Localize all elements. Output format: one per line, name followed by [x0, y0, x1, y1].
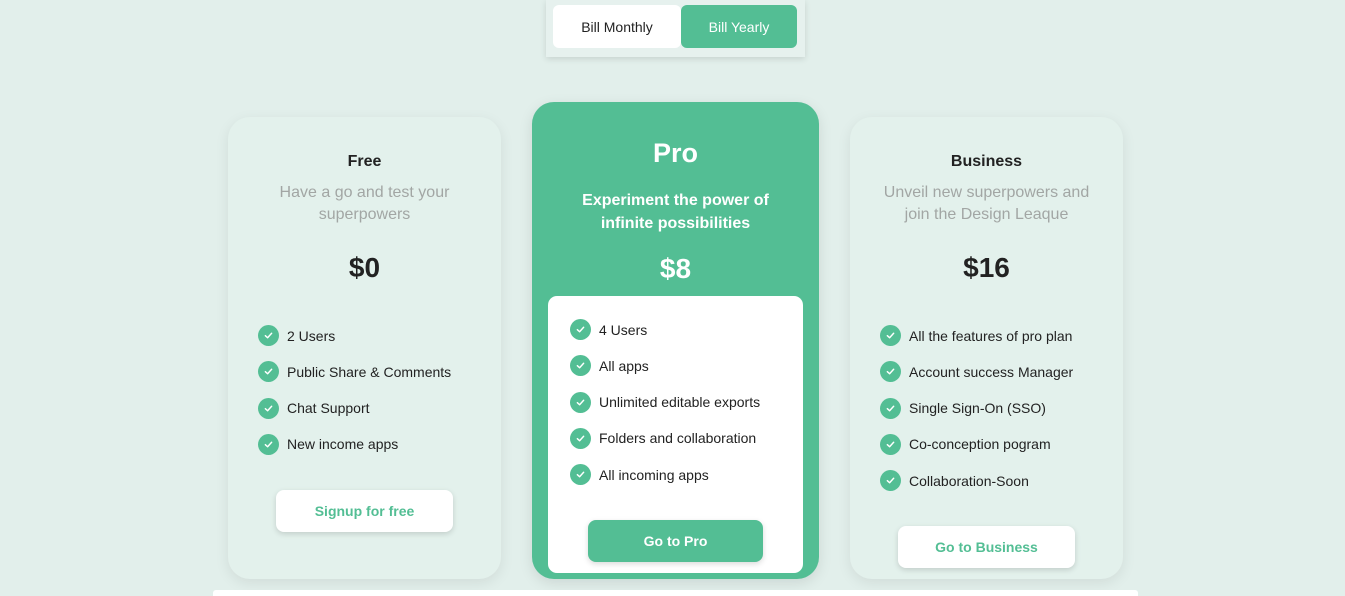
plan-description: Unveil new superpowers and join the Desi…: [883, 184, 1090, 223]
feature-item: Collaboration-Soon: [880, 470, 1073, 492]
feature-item: All incoming apps: [570, 464, 760, 486]
feature-item: Co-conception pogram: [880, 433, 1073, 455]
check-icon: [880, 433, 901, 455]
feature-list: 2 Users Public Share & Comments Chat Sup…: [258, 325, 451, 470]
feature-item: 4 Users: [570, 319, 760, 340]
feature-label: Unlimited editable exports: [599, 394, 761, 411]
feature-item: All apps: [570, 355, 760, 377]
plan-price: $8: [659, 253, 692, 284]
feature-item: All the features of pro plan: [880, 325, 1073, 346]
check-icon: [258, 397, 279, 419]
feature-item: New income apps: [258, 433, 451, 455]
feature-label: Folders and collaboration: [599, 430, 757, 447]
feature-item: Chat Support: [258, 397, 451, 419]
feature-list: All the features of pro plan Account suc…: [880, 325, 1073, 506]
feature-label: All apps: [599, 357, 649, 374]
check-icon: [258, 325, 279, 346]
check-icon: [570, 391, 591, 413]
feature-label: Single Sign-On (SSO): [909, 400, 1046, 417]
feature-label: Collaboration-Soon: [909, 472, 1029, 489]
feature-label: All incoming apps: [599, 466, 709, 483]
check-icon: [880, 397, 901, 419]
check-icon: [570, 355, 591, 377]
go-to-business-button[interactable]: Go to Business: [898, 526, 1075, 569]
check-icon: [880, 470, 901, 492]
feature-list: 4 Users All apps Unlimited editable expo…: [570, 319, 760, 500]
plan-description: Experiment the power of infinite possibi…: [582, 192, 769, 232]
billing-toggle: Bill Monthly Bill Yearly: [546, 0, 805, 57]
feature-label: New income apps: [287, 436, 399, 453]
plan-name: Free: [347, 153, 382, 170]
pro-feature-panel: 4 Users All apps Unlimited editable expo…: [548, 296, 803, 573]
feature-label: Account success Manager: [909, 363, 1074, 380]
feature-label: All the features of pro plan: [909, 327, 1073, 344]
plan-card-pro: Pro Experiment the power of infinite pos…: [532, 102, 819, 579]
check-icon: [258, 361, 279, 383]
bill-yearly-button[interactable]: Bill Yearly: [681, 5, 797, 48]
feature-label: Co-conception pogram: [909, 436, 1051, 453]
plan-card-business: Business Unveil new superpowers and join…: [850, 117, 1123, 579]
feature-item: 2 Users: [258, 325, 451, 346]
plan-description: Have a go and test your superpowers: [279, 184, 450, 223]
feature-label: 4 Users: [599, 321, 648, 338]
signup-free-button[interactable]: Signup for free: [276, 490, 453, 533]
plan-name: Pro: [652, 138, 698, 168]
feature-item: Single Sign-On (SSO): [880, 397, 1073, 419]
feature-item: Folders and collaboration: [570, 427, 760, 449]
check-icon: [880, 361, 901, 383]
plan-name: Business: [950, 153, 1023, 170]
plan-price: $0: [348, 252, 381, 283]
check-icon: [570, 319, 591, 340]
plan-price: $16: [963, 252, 1010, 283]
bill-monthly-button[interactable]: Bill Monthly: [553, 5, 681, 48]
check-icon: [570, 464, 591, 486]
feature-label: Public Share & Comments: [287, 363, 452, 380]
check-icon: [570, 427, 591, 449]
plan-card-free: Free Have a go and test your superpowers…: [228, 117, 501, 579]
feature-label: 2 Users: [287, 327, 336, 344]
feature-item: Unlimited editable exports: [570, 391, 761, 413]
feature-item: Public Share & Comments: [258, 361, 452, 383]
feature-label: Chat Support: [287, 400, 370, 417]
bottom-panel-edge: [213, 590, 1138, 596]
feature-item: Account success Manager: [880, 361, 1074, 383]
go-to-pro-button[interactable]: Go to Pro: [588, 520, 763, 563]
check-icon: [258, 433, 279, 455]
check-icon: [880, 325, 901, 346]
